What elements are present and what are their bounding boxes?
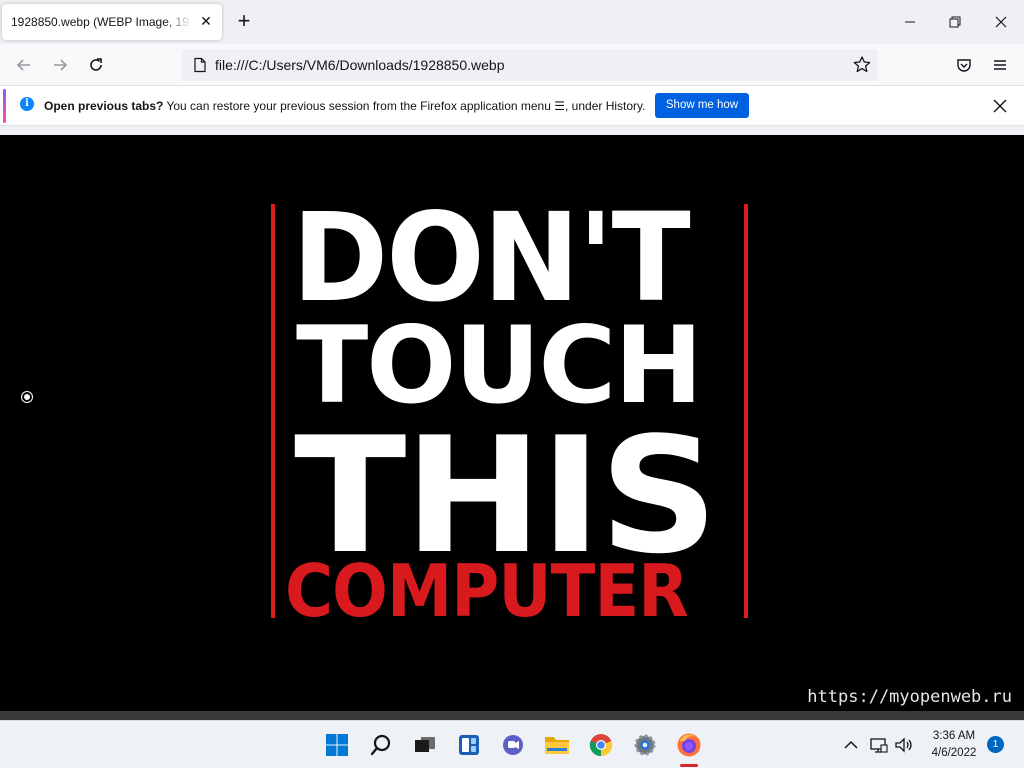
back-button[interactable] (10, 51, 38, 79)
page-icon (194, 57, 206, 73)
chevron-up-icon[interactable] (842, 736, 860, 754)
widgets-button[interactable] (453, 729, 485, 761)
tab-title: 1928850.webp (WEBP Image, 1920 × 1080 pi… (11, 15, 191, 29)
url-bar[interactable]: file:///C:/Users/VM6/Downloads/1928850.w… (182, 49, 878, 81)
restore-button[interactable] (940, 8, 970, 36)
notification-count-badge[interactable]: 1 (987, 736, 1004, 753)
windows-logo-icon (326, 734, 348, 756)
window-close-button[interactable] (986, 8, 1016, 36)
pocket-icon (957, 59, 971, 72)
mouse-cursor (22, 392, 32, 402)
app-menu-button[interactable] (986, 51, 1014, 79)
settings-button[interactable] (629, 729, 661, 761)
file-explorer-button[interactable] (541, 729, 573, 761)
firefox-button[interactable] (673, 729, 705, 761)
notification-accent (3, 89, 6, 123)
folder-icon (545, 737, 569, 754)
show-me-how-button[interactable]: Show me how (655, 93, 749, 118)
forward-button[interactable] (46, 51, 74, 79)
navigation-toolbar: file:///C:/Users/VM6/Downloads/1928850.w… (0, 44, 1024, 86)
red-bar-right (744, 204, 748, 618)
restore-icon (949, 16, 961, 28)
tab-strip: 1928850.webp (WEBP Image, 1920 × 1080 pi… (0, 0, 1024, 44)
widgets-icon (459, 735, 479, 755)
notification-bold-text: Open previous tabs? (44, 99, 164, 113)
close-icon[interactable] (990, 96, 1010, 116)
clock-date[interactable]: 4/6/2022 (922, 747, 986, 759)
minimize-button[interactable] (895, 8, 925, 36)
firefox-icon (677, 733, 701, 757)
chat-button[interactable] (497, 729, 529, 761)
reload-button[interactable] (82, 51, 110, 79)
notification-text-2: , under History. (565, 99, 646, 113)
teams-chat-icon (503, 735, 523, 755)
start-button[interactable] (321, 729, 353, 761)
poster-line-4: COMPUTER (285, 549, 689, 633)
image-viewer: DON'T TOUCH THIS COMPUTER https://myopen… (0, 135, 1024, 711)
poster-image: DON'T TOUCH THIS COMPUTER (0, 135, 1024, 711)
search-icon (370, 734, 391, 756)
minimize-icon (905, 21, 915, 23)
session-restore-notification: i Open previous tabs? You can restore yo… (0, 86, 1024, 126)
url-text: file:///C:/Users/VM6/Downloads/1928850.w… (215, 57, 505, 73)
reload-icon (90, 58, 102, 71)
volume-icon[interactable] (894, 736, 914, 754)
clock-time[interactable]: 3:36 AM (922, 730, 986, 742)
arrow-right-icon (54, 59, 68, 71)
close-icon (995, 16, 1007, 28)
active-app-indicator (680, 764, 698, 767)
hamburger-icon (994, 60, 1006, 70)
chrome-icon (589, 734, 613, 757)
new-tab-button[interactable]: + (232, 10, 256, 34)
poster-line-1: DON'T (292, 187, 691, 329)
arrow-left-icon (16, 59, 30, 71)
tab-active[interactable]: 1928850.webp (WEBP Image, 1920 × 1080 pi… (2, 4, 222, 40)
hamburger-icon: ☰ (554, 99, 565, 113)
notification-message: Open previous tabs? You can restore your… (44, 99, 645, 113)
windows-taskbar: 3:36 AM 4/6/2022 (0, 720, 1024, 768)
notification-text-1: You can restore your previous session fr… (163, 99, 555, 113)
gear-icon (634, 734, 656, 756)
search-button[interactable] (365, 729, 397, 761)
pocket-button[interactable] (950, 51, 978, 79)
tab-close-icon[interactable]: ✕ (198, 13, 214, 29)
watermark-text: https://myopenweb.ru (807, 687, 1012, 707)
content-bottom-bar (0, 711, 1024, 720)
red-bar-left (271, 204, 275, 618)
task-view-icon (415, 737, 435, 752)
chrome-button[interactable] (585, 729, 617, 761)
network-icon[interactable] (869, 736, 889, 754)
task-view-button[interactable] (409, 729, 441, 761)
info-icon: i (20, 97, 34, 111)
bookmark-star-icon[interactable] (852, 55, 872, 75)
